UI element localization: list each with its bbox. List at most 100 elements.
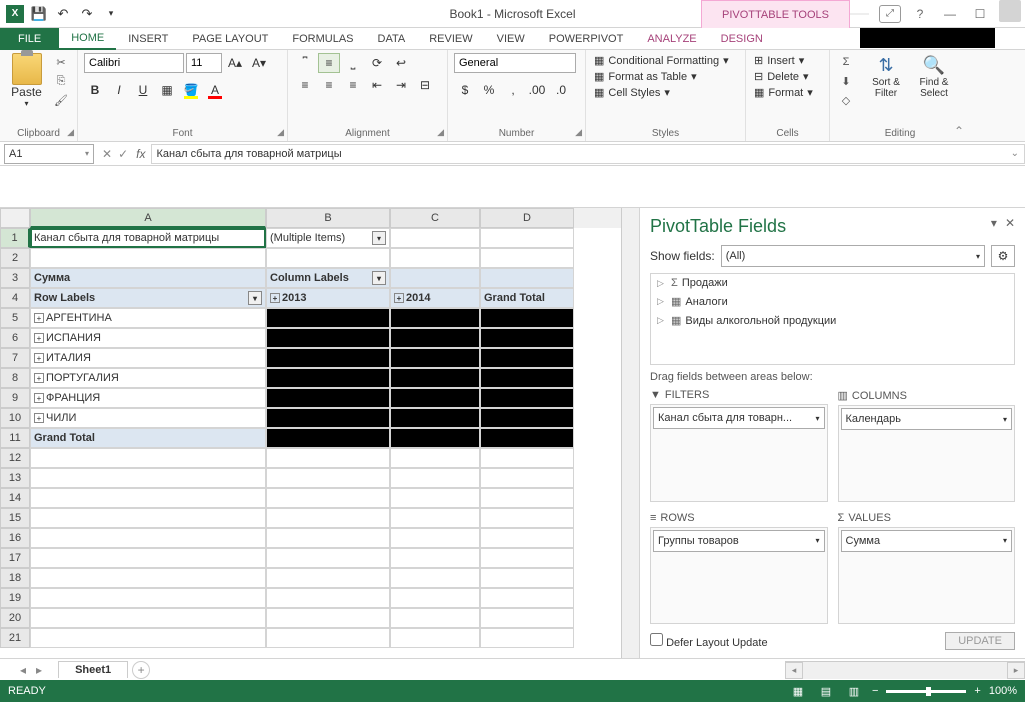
tab-analyze[interactable]: ANALYZE	[635, 28, 708, 50]
zoom-in-icon[interactable]: +	[974, 685, 980, 697]
rows-zone[interactable]: Группы товаров▾	[650, 527, 828, 625]
save-icon[interactable]: 💾	[28, 3, 50, 25]
pane-dropdown-icon[interactable]: ▾	[991, 216, 997, 230]
row-header[interactable]: 1	[0, 228, 30, 248]
col-header-a[interactable]: A	[30, 208, 266, 228]
redo-icon[interactable]: ↷	[76, 3, 98, 25]
field-list[interactable]: ▷ΣПродажи ▷▦Аналоги ▷▦Виды алкогольной п…	[650, 273, 1015, 365]
normal-view-icon[interactable]: ▦	[788, 683, 808, 699]
enter-formula-icon[interactable]: ✓	[118, 147, 128, 161]
accounting-format-icon[interactable]: $	[454, 80, 476, 100]
col-header-b[interactable]: B	[266, 208, 390, 228]
page-break-view-icon[interactable]: ▥	[844, 683, 864, 699]
increase-indent-icon[interactable]: ⇥	[390, 75, 412, 95]
column-field-item[interactable]: Календарь▾	[841, 408, 1013, 430]
filter-icon[interactable]: ▾	[372, 271, 386, 285]
scroll-right-icon[interactable]: ▸	[1007, 662, 1025, 679]
bold-button[interactable]: B	[84, 80, 106, 100]
expand-icon[interactable]: +	[270, 293, 280, 303]
help-icon[interactable]: ?	[909, 5, 931, 23]
minimize-icon[interactable]: —	[939, 5, 961, 23]
conditional-formatting-button[interactable]: ▦Conditional Formatting ▾	[592, 53, 731, 68]
decrease-decimal-icon[interactable]: .0	[550, 80, 572, 100]
scroll-left-icon[interactable]: ◂	[785, 662, 803, 679]
vertical-scrollbar[interactable]	[621, 208, 639, 658]
filter-field-item[interactable]: Канал сбыта для товарн...▾	[653, 407, 825, 429]
fill-icon[interactable]: ⬇	[836, 72, 856, 90]
row-header[interactable]: 2	[0, 248, 30, 268]
gear-icon[interactable]: ⚙	[991, 245, 1015, 267]
select-all-corner[interactable]	[0, 208, 30, 228]
row-header[interactable]: 4	[0, 288, 30, 308]
fx-icon[interactable]: fx	[136, 147, 145, 161]
align-left-icon[interactable]: ≡	[294, 75, 316, 95]
field-item[interactable]: ▷▦Аналоги	[651, 292, 1014, 311]
wrap-text-icon[interactable]: ↩	[390, 53, 412, 73]
paste-button[interactable]: Paste ▾	[6, 53, 47, 108]
undo-icon[interactable]: ↶	[52, 3, 74, 25]
font-size-input[interactable]	[186, 53, 222, 73]
autosum-icon[interactable]: Σ	[836, 53, 856, 71]
tab-formulas[interactable]: FORMULAS	[280, 28, 365, 50]
sort-filter-button[interactable]: ⇅ Sort & Filter	[864, 53, 908, 99]
decrease-indent-icon[interactable]: ⇤	[366, 75, 388, 95]
collapse-ribbon-icon[interactable]: ⌃	[954, 124, 964, 138]
col-header-d[interactable]: D	[480, 208, 574, 228]
number-format-select[interactable]	[454, 53, 576, 73]
decrease-font-icon[interactable]: A▾	[248, 53, 270, 73]
horizontal-scrollbar[interactable]	[803, 662, 1007, 679]
percent-format-icon[interactable]: %	[478, 80, 500, 100]
ribbon-display-icon[interactable]: ⤢	[879, 5, 901, 23]
merge-center-icon[interactable]: ⊟	[414, 75, 436, 95]
align-top-icon[interactable]: ⎴	[294, 53, 316, 73]
qat-customize-icon[interactable]: ▾	[100, 3, 122, 25]
clipboard-launcher-icon[interactable]: ◢	[67, 127, 74, 138]
tab-data[interactable]: DATA	[366, 28, 418, 50]
value-field-item[interactable]: Сумма▾	[841, 530, 1013, 552]
clear-icon[interactable]: ◇	[836, 91, 856, 109]
row-field-item[interactable]: Группы товаров▾	[653, 530, 825, 552]
tab-file[interactable]: FILE	[0, 28, 59, 50]
format-as-table-button[interactable]: ▦Format as Table ▾	[592, 69, 731, 84]
filters-zone[interactable]: Канал сбыта для товарн...▾	[650, 404, 828, 502]
insert-cells-button[interactable]: ⊞Insert ▾	[752, 53, 815, 68]
find-select-button[interactable]: 🔍 Find & Select	[912, 53, 956, 99]
tab-design[interactable]: DESIGN	[709, 28, 775, 50]
number-launcher-icon[interactable]: ◢	[575, 127, 582, 138]
expand-icon[interactable]: +	[34, 413, 44, 423]
align-middle-icon[interactable]: ≡	[318, 53, 340, 73]
sheet-nav-prev-icon[interactable]: ◂	[20, 663, 26, 677]
zoom-out-icon[interactable]: −	[872, 685, 878, 697]
col-header-c[interactable]: C	[390, 208, 480, 228]
font-color-button[interactable]: A	[204, 80, 226, 100]
sheet-tab[interactable]: Sheet1	[58, 661, 128, 678]
underline-button[interactable]: U	[132, 80, 154, 100]
expand-icon[interactable]: +	[34, 373, 44, 383]
user-avatar[interactable]	[999, 0, 1021, 22]
align-center-icon[interactable]: ≡	[318, 75, 340, 95]
format-painter-icon[interactable]: 🖌	[51, 91, 71, 109]
cell-a1[interactable]: Канал сбыта для товарной матрицы	[30, 228, 266, 248]
field-item[interactable]: ▷ΣПродажи	[651, 274, 1014, 292]
formula-input[interactable]: Канал сбыта для товарной матрицы	[151, 144, 1025, 164]
font-name-input[interactable]	[84, 53, 184, 73]
filter-icon[interactable]: ▾	[248, 291, 262, 305]
align-right-icon[interactable]: ≡	[342, 75, 364, 95]
cell-styles-button[interactable]: ▦Cell Styles ▾	[592, 85, 731, 100]
app-icon[interactable]: X	[4, 3, 26, 25]
align-bottom-icon[interactable]: ⎵	[342, 53, 364, 73]
user-account[interactable]	[860, 28, 995, 48]
zoom-slider[interactable]	[886, 690, 966, 693]
expand-formula-bar-icon[interactable]: ⌄	[1011, 148, 1019, 159]
expand-icon[interactable]: +	[34, 333, 44, 343]
maximize-icon[interactable]: ☐	[969, 5, 991, 23]
close-pane-icon[interactable]: ✕	[1005, 216, 1015, 230]
format-cells-button[interactable]: ▦Format ▾	[752, 85, 815, 100]
tab-home[interactable]: HOME	[59, 28, 116, 50]
fill-color-button[interactable]: 🪣	[180, 80, 202, 100]
name-box[interactable]: A1▾	[4, 144, 94, 164]
filter-icon[interactable]: ▾	[372, 231, 386, 245]
cell[interactable]	[480, 228, 574, 248]
page-layout-view-icon[interactable]: ▤	[816, 683, 836, 699]
border-button[interactable]: ▦	[156, 80, 178, 100]
